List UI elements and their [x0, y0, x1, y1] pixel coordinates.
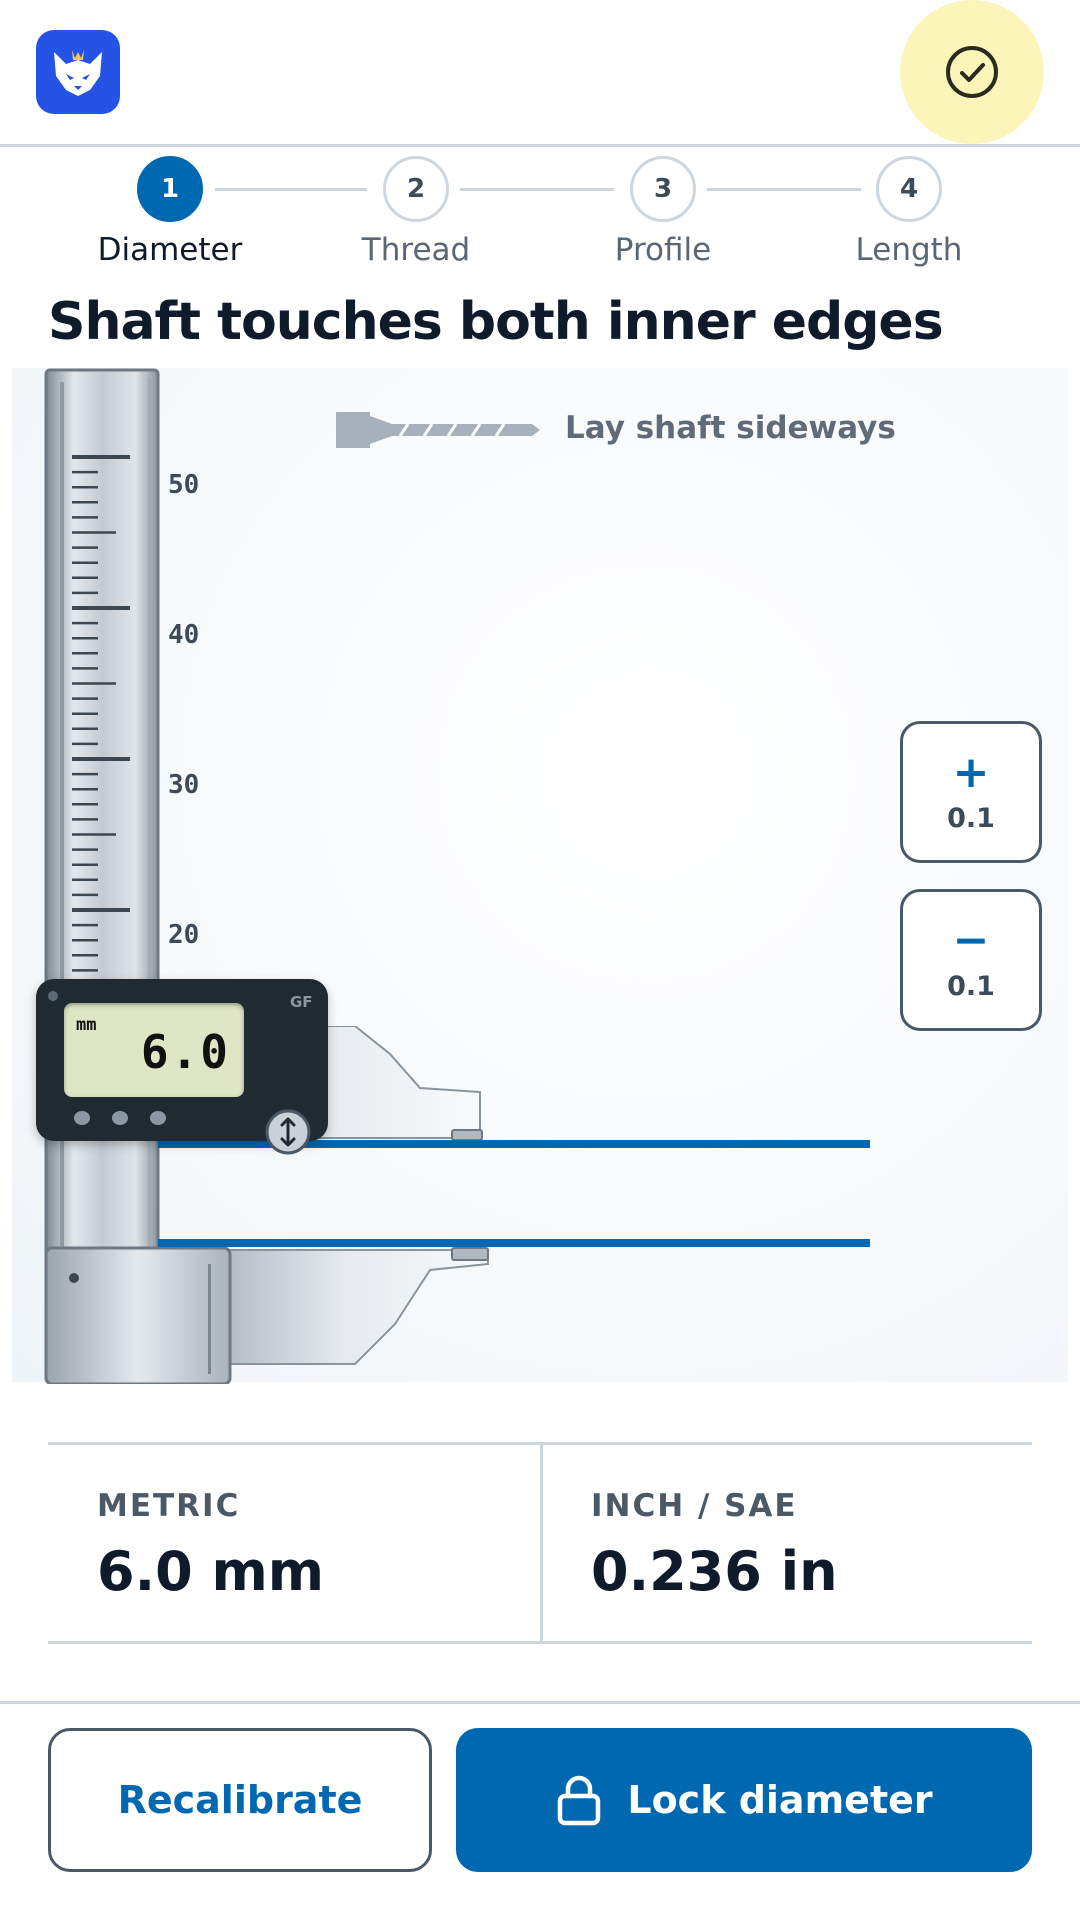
decrease-button[interactable]: − 0.1 [900, 889, 1042, 1031]
scale-label: 40 [168, 620, 200, 650]
footer-divider [0, 1701, 1080, 1704]
display-button[interactable] [74, 1111, 90, 1125]
instruction-title: Shaft touches both inner edges [48, 292, 944, 352]
step-label: Diameter [97, 232, 243, 268]
minus-icon: − [952, 914, 990, 966]
lock-diameter-button[interactable]: Lock diameter [456, 1728, 1032, 1872]
app-logo[interactable] [36, 30, 120, 114]
scale-label: 50 [168, 470, 200, 500]
help-button[interactable] [900, 0, 1044, 144]
lower-jaw [44, 1246, 489, 1384]
step-length[interactable]: 4 Length [834, 156, 984, 268]
increase-button[interactable]: + 0.1 [900, 721, 1042, 863]
readout-divider [540, 1442, 543, 1641]
step-number: 2 [383, 156, 449, 222]
step-number: 4 [876, 156, 942, 222]
step-label: Length [855, 232, 963, 268]
display-brand: GF [290, 993, 313, 1011]
step-number: 3 [630, 156, 696, 222]
lcd-value: 6.0 [140, 1025, 230, 1079]
drag-handle-icon[interactable] [264, 1108, 312, 1156]
metric-label: METRIC [97, 1488, 241, 1524]
header-divider [0, 144, 1080, 147]
scale-label: 30 [168, 770, 200, 800]
metric-value: 6.0 mm [97, 1540, 324, 1603]
inch-label: INCH / SAE [591, 1488, 798, 1524]
step-label: Profile [614, 232, 712, 268]
fox-logo-icon [54, 50, 102, 96]
check-circle-icon [946, 46, 998, 98]
plus-icon: + [952, 746, 990, 798]
screw-icon [48, 991, 58, 1001]
shaft-bottom-edge [158, 1239, 870, 1247]
lock-icon [558, 1775, 601, 1826]
recalibrate-button[interactable]: Recalibrate [48, 1728, 432, 1872]
lcd-screen: mm 6.0 [64, 1003, 244, 1097]
decrease-amount: 0.1 [947, 970, 995, 1002]
increase-amount: 0.1 [947, 802, 995, 834]
inch-value: 0.236 in [591, 1540, 838, 1603]
step-label: Thread [361, 232, 471, 268]
step-profile[interactable]: 3 Profile [588, 156, 738, 268]
step-diameter[interactable]: 1 Diameter [95, 156, 245, 268]
display-button[interactable] [112, 1111, 128, 1125]
step-number: 1 [137, 156, 203, 222]
lcd-unit: mm [76, 1015, 97, 1035]
caliper-scale [72, 455, 130, 1093]
display-button[interactable] [150, 1111, 166, 1125]
step-thread[interactable]: 2 Thread [341, 156, 491, 268]
scale-label: 20 [168, 920, 200, 950]
lock-diameter-label: Lock diameter [627, 1778, 933, 1822]
